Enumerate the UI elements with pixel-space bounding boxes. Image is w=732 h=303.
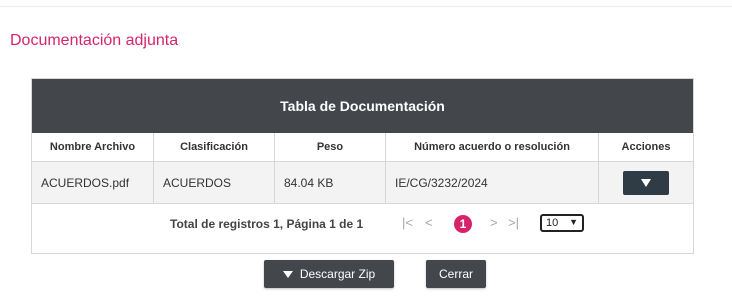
next-page-button[interactable]: > bbox=[490, 215, 498, 230]
chevron-down-icon: ▼ bbox=[569, 217, 578, 227]
top-divider bbox=[0, 6, 732, 7]
table-row: ACUERDOS.pdf ACUERDOS 84.04 KB IE/CG/323… bbox=[32, 162, 693, 204]
table-title: Tabla de Documentación bbox=[32, 79, 693, 133]
current-page-indicator[interactable]: 1 bbox=[454, 215, 472, 233]
cell-nombre-archivo: ACUERDOS.pdf bbox=[32, 162, 154, 204]
table-column-headers: Nombre Archivo Clasificación Peso Número… bbox=[32, 133, 693, 162]
caret-down-icon bbox=[282, 270, 293, 278]
column-header-clasificacion: Clasificación bbox=[154, 133, 275, 162]
prev-page-button[interactable]: < bbox=[425, 215, 433, 230]
cell-clasificacion: ACUERDOS bbox=[154, 162, 275, 204]
documentation-table: Tabla de Documentación Nombre Archivo Cl… bbox=[31, 78, 694, 254]
pagination-bar: Total de registros 1, Página 1 de 1 |< <… bbox=[32, 204, 693, 244]
column-header-peso: Peso bbox=[275, 133, 386, 162]
section-title: Documentación adjunta bbox=[10, 32, 179, 49]
first-page-button[interactable]: |< bbox=[402, 215, 413, 230]
last-page-button[interactable]: >| bbox=[508, 215, 519, 230]
column-header-nombre: Nombre Archivo bbox=[32, 133, 154, 162]
download-zip-button[interactable]: Descargar Zip bbox=[264, 260, 394, 288]
pagination-summary: Total de registros 1, Página 1 de 1 bbox=[170, 217, 364, 231]
page-size-select[interactable]: 10 ▼ bbox=[540, 214, 584, 232]
close-button[interactable]: Cerrar bbox=[426, 260, 486, 288]
close-label: Cerrar bbox=[438, 267, 473, 281]
row-actions-button[interactable] bbox=[623, 170, 669, 195]
cell-numero-acuerdo: IE/CG/3232/2024 bbox=[386, 162, 599, 204]
cell-peso: 84.04 KB bbox=[275, 162, 386, 204]
page-size-value: 10 bbox=[546, 217, 559, 229]
column-header-acciones: Acciones bbox=[599, 133, 693, 162]
column-header-numero: Número acuerdo o resolución bbox=[386, 133, 599, 162]
cell-acciones bbox=[599, 162, 693, 204]
caret-down-icon bbox=[641, 178, 651, 187]
download-zip-label: Descargar Zip bbox=[299, 267, 376, 281]
